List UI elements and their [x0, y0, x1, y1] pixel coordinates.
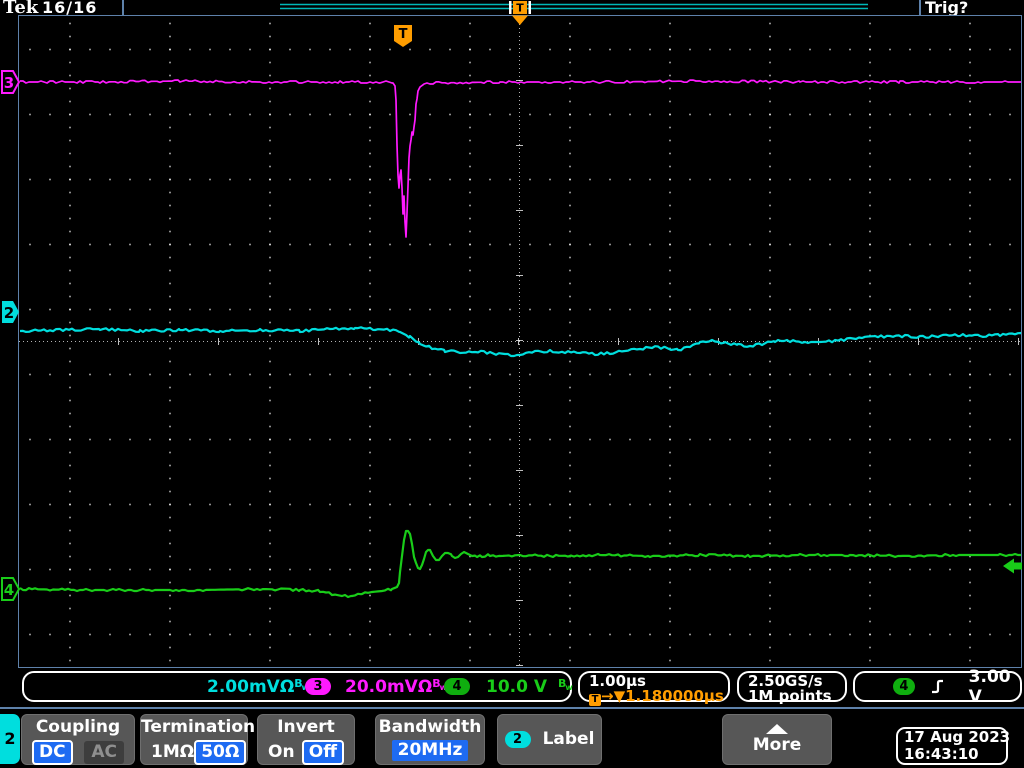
- channel-2-scale: 2.00mVΩBw: [207, 677, 309, 697]
- topbar-divider-right: [919, 0, 921, 15]
- channel-2-badge[interactable]: 2: [167, 678, 193, 695]
- channel-3-marker-label: 3: [4, 74, 14, 92]
- top-status-bar: Tek 16/16 Trig?: [0, 0, 1024, 18]
- rising-edge-slope-icon: [931, 679, 943, 693]
- date-text: 17 Aug 2023: [904, 728, 1011, 746]
- channel-3-badge[interactable]: 3: [305, 678, 331, 695]
- center-horizontal-ticks: [19, 338, 1021, 345]
- trigger-readout-box[interactable]: 4 3.00 V: [853, 667, 1022, 707]
- invert-button[interactable]: Invert On Off: [257, 714, 355, 765]
- coupling-button[interactable]: Coupling DC AC: [21, 714, 135, 765]
- label-button[interactable]: 2 Label: [497, 714, 602, 765]
- timebase-scale: 1.00µs: [589, 672, 646, 690]
- channel-readouts-box[interactable]: 2 2.00mVΩBw 3 20.0mVΩBw 4 10.0 V Bw: [22, 671, 573, 702]
- more-label: More: [752, 735, 802, 755]
- label-text: Label: [542, 729, 595, 749]
- expansion-t-letter: T: [516, 2, 524, 15]
- trigger-flag-letter: T: [399, 27, 408, 42]
- time-text: 16:43:10: [904, 745, 979, 763]
- channel-4-marker-label: 4: [4, 581, 14, 599]
- sample-rate: 2.50GS/s: [748, 672, 823, 690]
- label-channel-badge: 2: [504, 731, 531, 748]
- termination-button[interactable]: Termination 1MΩ 50Ω: [140, 714, 256, 765]
- expansion-bracket-left-icon: [509, 1, 512, 14]
- menu-separator-line: [0, 707, 1024, 709]
- channel-4-badge[interactable]: 4: [444, 678, 470, 695]
- coupling-title: Coupling: [35, 717, 121, 737]
- channel-3-scale: 20.0mVΩBw: [345, 677, 447, 697]
- trigger-level-value: 3.00 V: [968, 666, 1011, 707]
- oscilloscope-screen: { "colors": { "magenta": "#ff1aff", "cya…: [0, 0, 1024, 768]
- trigger-delay: T →▼1.180000µs: [589, 689, 728, 706]
- invert-title: Invert: [277, 717, 335, 737]
- bandwidth-title: Bandwidth: [378, 717, 482, 737]
- invert-off-option[interactable]: Off: [301, 740, 344, 765]
- coupling-ac-option[interactable]: AC: [84, 741, 124, 764]
- invert-on-option[interactable]: On: [268, 742, 295, 763]
- channel-4-marker[interactable]: 4: [1, 577, 21, 601]
- channel-4-bw-limit-icon: Bw: [558, 677, 573, 692]
- expansion-bracket-right-icon: [528, 1, 531, 14]
- channel-3-marker[interactable]: 3: [1, 70, 21, 94]
- more-up-arrow-icon: [766, 724, 788, 734]
- acquisition-readout-box[interactable]: 2.50GS/s 1M points: [737, 671, 847, 705]
- channel-2-marker-label: 2: [4, 304, 14, 322]
- more-button[interactable]: More: [722, 714, 832, 765]
- bandwidth-button[interactable]: Bandwidth 20MHz: [375, 714, 485, 765]
- active-channel-tab[interactable]: 2: [0, 714, 20, 764]
- horizontal-readout-box[interactable]: 1.00µs T →▼1.180000µs: [578, 671, 730, 706]
- datetime-box: 17 Aug 2023 16:43:10: [896, 727, 1011, 765]
- bandwidth-value[interactable]: 20MHz: [391, 740, 469, 761]
- trigger-source-badge: 4: [893, 678, 915, 695]
- channel-4-scale: 10.0 V: [486, 677, 548, 697]
- record-length: 1M points: [748, 687, 832, 705]
- termination-title: Termination: [141, 717, 256, 737]
- termination-1mohm-option[interactable]: 1MΩ: [151, 742, 194, 763]
- coupling-dc-option[interactable]: DC: [32, 740, 73, 765]
- topbar-divider-left: [122, 0, 124, 15]
- graticule: [18, 15, 1022, 668]
- trigger-t-icon: T: [589, 694, 601, 706]
- termination-50ohm-option[interactable]: 50Ω: [194, 740, 247, 765]
- channel-2-marker[interactable]: 2: [2, 301, 19, 323]
